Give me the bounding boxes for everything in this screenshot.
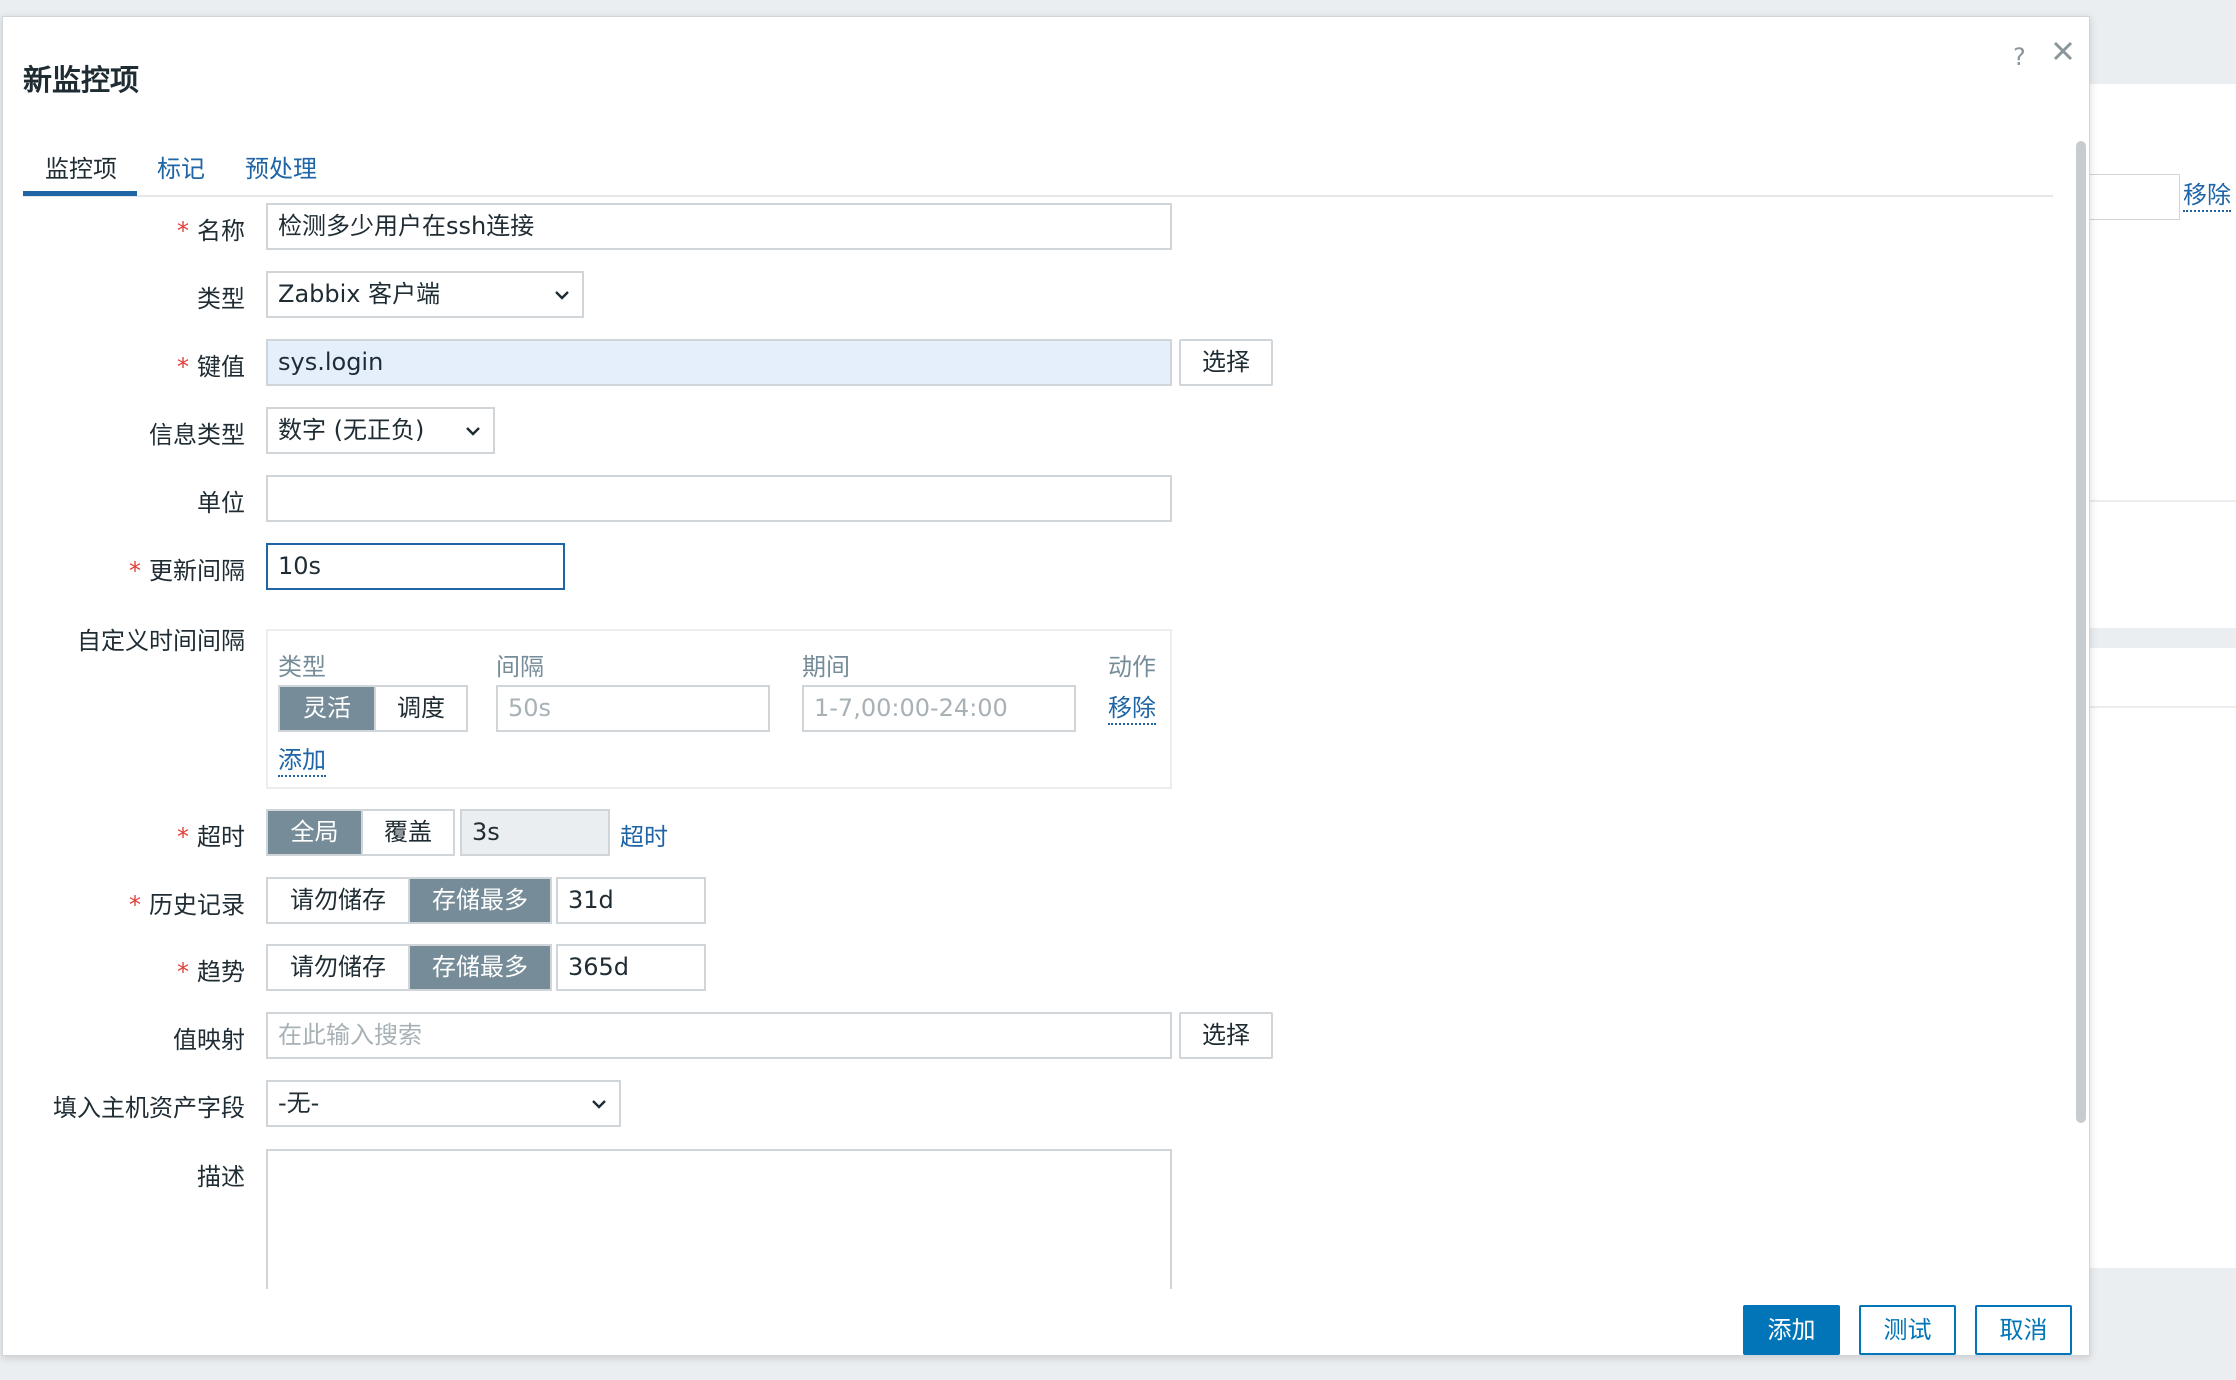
chevron-down-icon	[466, 427, 480, 436]
tab-bar: 监控项 标记 预处理	[23, 145, 2053, 197]
history-toggle[interactable]: 请勿储存 存储最多	[266, 877, 552, 924]
column-header-action: 动作	[1108, 653, 1156, 681]
background-panel	[2090, 84, 2236, 1268]
key-input[interactable]: sys.login	[266, 339, 1172, 386]
timeout-settings-link[interactable]: 超时	[620, 817, 668, 852]
item-dialog: 新监控项 ? 监控项 标记 预处理 * 名称 检测多少用户在ssh连接 类型 Za…	[2, 16, 2090, 1356]
timeout-label: * 超时	[177, 823, 245, 851]
help-icon[interactable]: ?	[2013, 43, 2026, 71]
scrollbar-thumb[interactable]	[2076, 141, 2086, 1123]
value-map-select-button[interactable]: 选择	[1179, 1012, 1273, 1059]
scheduling-option[interactable]: 调度	[374, 687, 466, 730]
active-tab-indicator	[23, 191, 137, 196]
name-input[interactable]: 检测多少用户在ssh连接	[266, 203, 1172, 250]
background-divider	[2090, 706, 2236, 708]
update-interval-input[interactable]: 10s	[266, 543, 565, 590]
history-input[interactable]: 31d	[556, 877, 706, 924]
remove-interval-link[interactable]: 移除	[1108, 693, 1156, 725]
flexible-option[interactable]: 灵活	[280, 687, 374, 730]
trends-do-not-store-option[interactable]: 请勿储存	[268, 946, 408, 989]
history-store-up-to-option[interactable]: 存储最多	[408, 879, 550, 922]
info-type-select[interactable]: 数字 (无正负)	[266, 407, 495, 454]
timeout-input[interactable]: 3s	[460, 809, 610, 856]
type-select[interactable]: Zabbix 客户端	[266, 271, 584, 318]
timeout-global-option[interactable]: 全局	[268, 811, 361, 854]
type-label: 类型	[197, 285, 245, 313]
test-button[interactable]: 测试	[1859, 1305, 1956, 1355]
trends-input[interactable]: 365d	[556, 944, 706, 991]
column-header-type: 类型	[278, 653, 326, 681]
add-button[interactable]: 添加	[1743, 1305, 1840, 1355]
custom-intervals-table: 类型 间隔 期间 动作 灵活 调度 50s 1-7,00:00-24:00 移除…	[266, 629, 1172, 789]
background-remove-link: 移除	[2183, 180, 2231, 212]
inventory-select[interactable]: -无-	[266, 1080, 621, 1127]
chevron-down-icon	[555, 291, 569, 300]
update-interval-label: * 更新间隔	[129, 557, 245, 585]
type-select-value: Zabbix 客户端	[278, 280, 441, 308]
description-label: 描述	[197, 1163, 245, 1191]
history-label: * 历史记录	[129, 891, 245, 919]
inventory-select-value: -无-	[278, 1089, 320, 1117]
history-do-not-store-option[interactable]: 请勿储存	[268, 879, 408, 922]
info-type-select-value: 数字 (无正负)	[278, 416, 425, 444]
column-header-period: 期间	[802, 653, 850, 681]
inventory-label: 填入主机资产字段	[53, 1094, 245, 1122]
info-type-label: 信息类型	[149, 421, 245, 449]
chevron-down-icon	[592, 1100, 606, 1109]
background-divider	[2090, 500, 2236, 502]
trends-label: * 趋势	[177, 958, 245, 986]
close-icon[interactable]	[2051, 39, 2081, 69]
trends-store-up-to-option[interactable]: 存储最多	[408, 946, 550, 989]
custom-intervals-label: 自定义时间间隔	[77, 627, 245, 655]
background-top-bar	[0, 0, 2236, 14]
timeout-toggle[interactable]: 全局 覆盖	[266, 809, 455, 856]
interval-input[interactable]: 50s	[496, 685, 770, 732]
tab-item[interactable]: 监控项	[45, 149, 117, 184]
units-label: 单位	[197, 489, 245, 517]
name-label: * 名称	[177, 217, 245, 245]
key-select-button[interactable]: 选择	[1179, 339, 1273, 386]
value-map-input[interactable]: 在此输入搜索	[266, 1012, 1172, 1059]
tab-preprocessing[interactable]: 预处理	[245, 149, 317, 184]
period-input[interactable]: 1-7,00:00-24:00	[802, 685, 1076, 732]
value-map-label: 值映射	[173, 1026, 245, 1054]
cancel-button[interactable]: 取消	[1975, 1305, 2072, 1355]
interval-type-toggle[interactable]: 灵活 调度	[278, 685, 468, 732]
column-header-interval: 间隔	[496, 653, 544, 681]
add-interval-link[interactable]: 添加	[278, 745, 326, 777]
units-input[interactable]	[266, 475, 1172, 522]
key-label: * 键值	[177, 353, 245, 381]
background-band	[2090, 628, 2236, 648]
dialog-title: 新监控项	[23, 63, 140, 97]
description-textarea[interactable]	[266, 1149, 1172, 1289]
trends-toggle[interactable]: 请勿储存 存储最多	[266, 944, 552, 991]
tab-tags[interactable]: 标记	[157, 149, 205, 184]
background-input	[2090, 174, 2180, 220]
timeout-override-option[interactable]: 覆盖	[361, 811, 453, 854]
